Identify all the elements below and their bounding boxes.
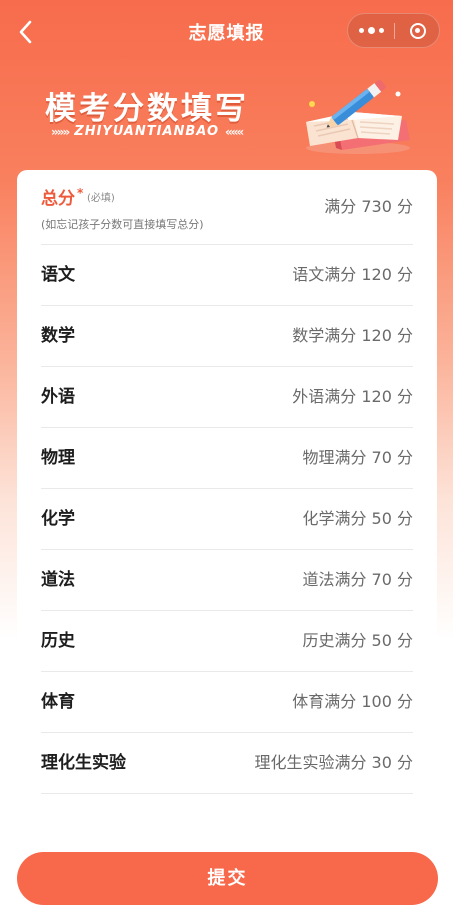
subject-score-input[interactable]: 理化生实验满分 30 分	[254, 733, 413, 793]
subject-label: 化学	[41, 509, 75, 529]
subject-label: 数学	[41, 326, 75, 346]
subject-score-input[interactable]: 数学满分 120 分	[292, 306, 413, 366]
total-score-hint: (如忘记孩子分数可直接填写总分)	[41, 218, 204, 231]
score-form-card: 总分 * (必填) (如忘记孩子分数可直接填写总分) 满分 730 分 语文 语…	[17, 170, 437, 810]
mini-program-capsule	[347, 13, 440, 48]
subject-label: 语文	[41, 265, 75, 285]
close-miniprogram-icon[interactable]	[395, 14, 440, 47]
subject-row-history[interactable]: 历史 历史满分 50 分	[41, 611, 413, 672]
subject-row-science-experiment[interactable]: 理化生实验 理化生实验满分 30 分	[41, 733, 413, 794]
subject-score-input[interactable]: 历史满分 50 分	[302, 611, 413, 671]
subject-label: 历史	[41, 631, 75, 651]
top-navigation-bar: 志愿填报	[0, 0, 453, 64]
subject-score-input[interactable]: 道法满分 70 分	[302, 550, 413, 610]
subject-row-math[interactable]: 数学 数学满分 120 分	[41, 306, 413, 367]
subject-row-chemistry[interactable]: 化学 化学满分 50 分	[41, 489, 413, 550]
submit-button[interactable]: 提交	[17, 852, 438, 905]
subject-row-foreign-language[interactable]: 外语 外语满分 120 分	[41, 367, 413, 428]
subject-row-morality-law[interactable]: 道法 道法满分 70 分	[41, 550, 413, 611]
chevrons-left: »»»	[51, 124, 70, 139]
chevrons-right: «««	[225, 124, 244, 139]
banner-subtitle: ZHIYUANTIANBAO	[74, 124, 220, 139]
subject-label: 物理	[41, 448, 75, 468]
banner-title: 模考分数填写	[45, 91, 249, 127]
subject-score-input[interactable]: 外语满分 120 分	[292, 367, 413, 427]
subject-score-input[interactable]: 体育满分 100 分	[292, 672, 413, 732]
subject-row-pe[interactable]: 体育 体育满分 100 分	[41, 672, 413, 733]
subject-label: 外语	[41, 387, 75, 407]
subject-label: 体育	[41, 692, 75, 712]
subject-label: 理化生实验	[41, 753, 126, 773]
banner-subtitle-line: »»» ZHIYUANTIANBAO «««	[45, 124, 248, 139]
subject-row-chinese[interactable]: 语文 语文满分 120 分	[41, 245, 413, 306]
required-note: (必填)	[87, 193, 115, 204]
subject-score-input[interactable]: 化学满分 50 分	[302, 489, 413, 549]
total-score-input[interactable]: 满分 730 分	[324, 196, 413, 218]
subject-score-input[interactable]: 物理满分 70 分	[302, 428, 413, 488]
subject-row-physics[interactable]: 物理 物理满分 70 分	[41, 428, 413, 489]
more-options-icon[interactable]	[348, 14, 394, 47]
required-star: *	[77, 186, 84, 200]
subject-score-input[interactable]: 语文满分 120 分	[292, 245, 413, 305]
book-pencil-illustration	[298, 76, 416, 156]
total-score-label: 总分	[41, 189, 75, 209]
total-score-row[interactable]: 总分 * (必填) (如忘记孩子分数可直接填写总分) 满分 730 分	[41, 170, 413, 245]
subject-label: 道法	[41, 570, 75, 590]
